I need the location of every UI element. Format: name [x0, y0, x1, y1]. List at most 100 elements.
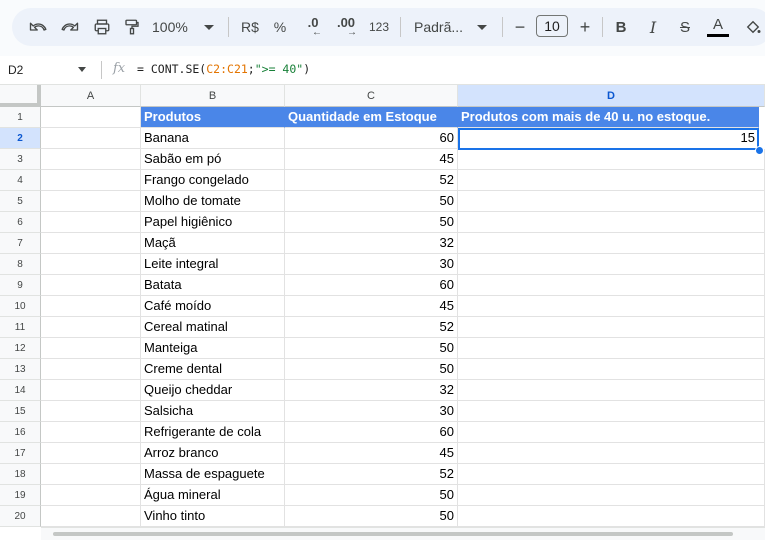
- cell-a1[interactable]: [41, 107, 141, 128]
- number-format-button[interactable]: 123: [366, 8, 392, 46]
- cell-c3[interactable]: 45: [285, 149, 458, 170]
- cell-c20[interactable]: 50: [285, 506, 458, 527]
- cell-c16[interactable]: 60: [285, 422, 458, 443]
- cell-a5[interactable]: [41, 191, 141, 212]
- cell-a20[interactable]: [41, 506, 141, 527]
- cell-a6[interactable]: [41, 212, 141, 233]
- cell-b11[interactable]: Cereal matinal: [141, 317, 285, 338]
- cell-a18[interactable]: [41, 464, 141, 485]
- row-header-7[interactable]: 7: [0, 233, 41, 254]
- cell-b9[interactable]: Batata: [141, 275, 285, 296]
- decrease-font-size-button[interactable]: −: [510, 8, 530, 46]
- row-header-17[interactable]: 17: [0, 443, 41, 464]
- row-header-6[interactable]: 6: [0, 212, 41, 233]
- italic-button[interactable]: I: [642, 8, 664, 46]
- zoom-select[interactable]: 100%: [152, 8, 220, 46]
- cell-b3[interactable]: Sabão em pó: [141, 149, 285, 170]
- cell-a19[interactable]: [41, 485, 141, 506]
- cell-b8[interactable]: Leite integral: [141, 254, 285, 275]
- cell-c19[interactable]: 50: [285, 485, 458, 506]
- column-header-d[interactable]: D: [458, 85, 765, 107]
- cell-a2[interactable]: [41, 128, 141, 149]
- cell-b20[interactable]: Vinho tinto: [141, 506, 285, 527]
- bold-button[interactable]: B: [610, 8, 632, 46]
- cell-a4[interactable]: [41, 170, 141, 191]
- cell-c13[interactable]: 50: [285, 359, 458, 380]
- cell-d17[interactable]: [458, 443, 765, 464]
- row-header-8[interactable]: 8: [0, 254, 41, 275]
- cell-d20[interactable]: [458, 506, 765, 527]
- cell-d7[interactable]: [458, 233, 765, 254]
- percent-format-button[interactable]: %: [270, 8, 290, 46]
- cell-c17[interactable]: 45: [285, 443, 458, 464]
- cell-d4[interactable]: [458, 170, 765, 191]
- cell-d13[interactable]: [458, 359, 765, 380]
- cell-a9[interactable]: [41, 275, 141, 296]
- cell-b2[interactable]: Banana: [141, 128, 285, 149]
- undo-button[interactable]: [24, 8, 52, 46]
- cell-d10[interactable]: [458, 296, 765, 317]
- fill-color-button[interactable]: [742, 8, 764, 46]
- cell-d8[interactable]: [458, 254, 765, 275]
- cell-d15[interactable]: [458, 401, 765, 422]
- row-header-14[interactable]: 14: [0, 380, 41, 401]
- cell-c1[interactable]: Quantidade em Estoque: [285, 107, 458, 128]
- cell-d14[interactable]: [458, 380, 765, 401]
- cell-d12[interactable]: [458, 338, 765, 359]
- cell-a17[interactable]: [41, 443, 141, 464]
- cell-c8[interactable]: 30: [285, 254, 458, 275]
- cell-b13[interactable]: Creme dental: [141, 359, 285, 380]
- cell-b16[interactable]: Refrigerante de cola: [141, 422, 285, 443]
- cell-c10[interactable]: 45: [285, 296, 458, 317]
- cell-b19[interactable]: Água mineral: [141, 485, 285, 506]
- row-header-3[interactable]: 3: [0, 149, 41, 170]
- cell-a11[interactable]: [41, 317, 141, 338]
- row-header-10[interactable]: 10: [0, 296, 41, 317]
- cell-c14[interactable]: 32: [285, 380, 458, 401]
- row-header-2[interactable]: 2: [0, 128, 41, 149]
- row-header-15[interactable]: 15: [0, 401, 41, 422]
- cell-c4[interactable]: 52: [285, 170, 458, 191]
- cell-b5[interactable]: Molho de tomate: [141, 191, 285, 212]
- strikethrough-button[interactable]: S: [674, 8, 696, 46]
- row-header-12[interactable]: 12: [0, 338, 41, 359]
- cell-d11[interactable]: [458, 317, 765, 338]
- row-header-20[interactable]: 20: [0, 506, 41, 527]
- cell-d9[interactable]: [458, 275, 765, 296]
- cell-b6[interactable]: Papel higiênico: [141, 212, 285, 233]
- cell-b18[interactable]: Massa de espaguete: [141, 464, 285, 485]
- cell-c7[interactable]: 32: [285, 233, 458, 254]
- cell-a13[interactable]: [41, 359, 141, 380]
- cell-b15[interactable]: Salsicha: [141, 401, 285, 422]
- cell-d5[interactable]: [458, 191, 765, 212]
- cell-c15[interactable]: 30: [285, 401, 458, 422]
- text-color-button[interactable]: A: [706, 8, 730, 46]
- row-header-18[interactable]: 18: [0, 464, 41, 485]
- print-button[interactable]: [88, 8, 116, 46]
- column-header-a[interactable]: A: [41, 85, 141, 107]
- cell-c18[interactable]: 52: [285, 464, 458, 485]
- select-all-corner[interactable]: [0, 85, 41, 107]
- font-size-input[interactable]: 10: [536, 15, 568, 37]
- horizontal-scrollbar[interactable]: [41, 527, 765, 540]
- cell-c5[interactable]: 50: [285, 191, 458, 212]
- chevron-down-icon[interactable]: [78, 67, 86, 72]
- cell-b17[interactable]: Arroz branco: [141, 443, 285, 464]
- cell-d19[interactable]: [458, 485, 765, 506]
- formula-input[interactable]: = CONT.SE(C2:C21;">= 40"): [137, 62, 310, 76]
- row-header-4[interactable]: 4: [0, 170, 41, 191]
- fill-handle[interactable]: [755, 146, 764, 155]
- cell-a12[interactable]: [41, 338, 141, 359]
- row-header-9[interactable]: 9: [0, 275, 41, 296]
- cell-a8[interactable]: [41, 254, 141, 275]
- cell-d1[interactable]: Produtos com mais de 40 u. no estoque.: [458, 107, 759, 128]
- row-header-11[interactable]: 11: [0, 317, 41, 338]
- cell-a7[interactable]: [41, 233, 141, 254]
- row-header-13[interactable]: 13: [0, 359, 41, 380]
- decrease-decimal-button[interactable]: .0 ←: [300, 8, 326, 46]
- cell-d3[interactable]: [458, 149, 765, 170]
- cell-b4[interactable]: Frango congelado: [141, 170, 285, 191]
- row-header-19[interactable]: 19: [0, 485, 41, 506]
- column-header-c[interactable]: C: [285, 85, 458, 107]
- cell-b10[interactable]: Café moído: [141, 296, 285, 317]
